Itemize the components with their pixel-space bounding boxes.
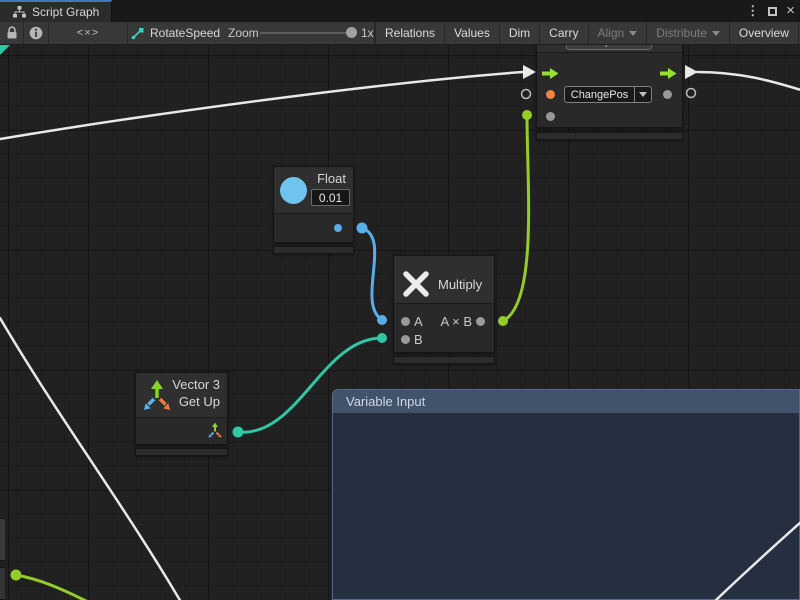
wire-white-corner xyxy=(714,522,800,600)
wire-green-bottom xyxy=(16,575,86,600)
wire-float-to-multiply xyxy=(362,228,382,320)
flow-arrowhead-in xyxy=(523,65,536,79)
node-title: Multiply xyxy=(438,277,482,292)
tab-script-graph[interactable]: Script Graph xyxy=(0,0,112,22)
canvas-corner-marker xyxy=(0,45,10,55)
offscreen-node-sliver[interactable] xyxy=(0,518,5,561)
window-menu-icon[interactable]: ⋮ xyxy=(746,3,759,19)
port-b-label: B xyxy=(414,332,423,347)
node-vector3-get-up[interactable]: Vector 3 Get Up xyxy=(135,372,228,445)
wire-white-out xyxy=(697,72,800,90)
zoom-value: 1x xyxy=(361,26,374,40)
node-title: Float xyxy=(317,171,346,186)
wire-end-dot-green[interactable] xyxy=(522,110,532,120)
zoom-slider[interactable] xyxy=(260,32,350,34)
port-a-input[interactable] xyxy=(401,317,410,326)
flow-arrow-in-icon[interactable] xyxy=(542,67,559,80)
wire-end-dot-green[interactable] xyxy=(11,570,22,581)
float-value-input[interactable] xyxy=(311,189,350,206)
zoom-handle[interactable] xyxy=(346,27,357,38)
graph-canvas[interactable]: Variable Input xyxy=(0,45,800,600)
port-output[interactable] xyxy=(663,90,672,99)
node-float[interactable]: Float xyxy=(273,166,354,243)
port-float-output[interactable] xyxy=(334,224,342,232)
multiply-x-icon xyxy=(402,271,430,297)
graph-hierarchy-icon xyxy=(13,6,26,18)
graph-breadcrumb-icon xyxy=(131,27,144,40)
wire-end-dot-green[interactable] xyxy=(498,316,508,326)
port-b-input[interactable] xyxy=(401,335,410,344)
wire-white-diagonal xyxy=(0,318,181,600)
overview-button[interactable]: Overview xyxy=(730,22,799,44)
wire-end-dot-blue[interactable] xyxy=(377,315,387,325)
zoom-label: Zoom xyxy=(228,26,259,40)
chevron-down-icon xyxy=(629,31,637,36)
vector3-arrows-icon xyxy=(141,378,173,414)
node-footer xyxy=(273,246,354,254)
wire-end-dot-teal[interactable] xyxy=(233,427,244,438)
graph-toolbar: <×> RotateSpeed Zoom 1x Relations Values… xyxy=(0,22,800,45)
empty-port-circle[interactable] xyxy=(522,90,531,99)
breadcrumb[interactable]: RotateSpeed xyxy=(131,22,220,44)
close-icon[interactable]: × xyxy=(786,6,795,16)
lock-button[interactable] xyxy=(0,22,23,44)
port-input[interactable] xyxy=(546,112,555,121)
breadcrumb-label: RotateSpeed xyxy=(150,26,220,40)
float-circle-icon xyxy=(280,177,307,204)
maximize-icon[interactable] xyxy=(768,7,777,16)
offscreen-node-footer xyxy=(0,567,5,600)
align-button[interactable]: Align xyxy=(589,22,648,44)
lock-icon xyxy=(6,26,18,40)
node-footer xyxy=(536,132,683,140)
wire-end-dot-teal[interactable] xyxy=(377,333,387,343)
node-multiply[interactable]: Multiply A A × B B xyxy=(393,255,495,353)
tab-bar: Script Graph ⋮ × xyxy=(0,0,800,22)
node-graph-unit[interactable]: <> Graph ChangePos xyxy=(536,45,683,128)
info-button[interactable] xyxy=(24,22,48,44)
code-brackets-icon: <×> xyxy=(77,27,99,39)
wire-end-dot-blue[interactable] xyxy=(357,223,368,234)
port-a-label: A xyxy=(414,314,423,329)
node-footer xyxy=(393,356,495,364)
distribute-button[interactable]: Distribute xyxy=(647,22,730,44)
vector3-port-icon[interactable] xyxy=(206,421,224,439)
flow-arrowhead-out xyxy=(685,65,698,79)
chevron-down-icon xyxy=(712,31,720,36)
carry-button[interactable]: Carry xyxy=(540,22,588,44)
empty-port-circle[interactable] xyxy=(687,89,696,98)
wire-multiply-to-graph xyxy=(503,115,529,321)
wire-vector3-to-multiply xyxy=(238,338,382,432)
port-result-output[interactable] xyxy=(476,317,485,326)
chevron-down-icon xyxy=(639,92,647,97)
flow-arrow-out-icon[interactable] xyxy=(660,67,677,80)
changepos-dropdown[interactable]: ChangePos xyxy=(564,86,652,103)
node-title: Vector 3 xyxy=(172,377,220,392)
wire-white-in xyxy=(0,72,523,139)
relations-button[interactable]: Relations xyxy=(375,22,445,44)
script-graph-window: Script Graph ⋮ × <×> xyxy=(0,0,800,600)
port-orange[interactable] xyxy=(546,90,555,99)
port-result-label: A × B xyxy=(441,314,472,329)
node-footer xyxy=(135,448,228,456)
values-button[interactable]: Values xyxy=(445,22,500,44)
dim-button[interactable]: Dim xyxy=(500,22,540,44)
graph-code-icon: <> xyxy=(546,45,558,48)
info-icon xyxy=(29,26,43,40)
node-subtitle: Get Up xyxy=(179,394,220,409)
graph-title-dropdown[interactable]: Graph xyxy=(566,45,652,50)
code-view-button[interactable]: <×> xyxy=(49,22,127,44)
tab-label: Script Graph xyxy=(32,5,99,19)
